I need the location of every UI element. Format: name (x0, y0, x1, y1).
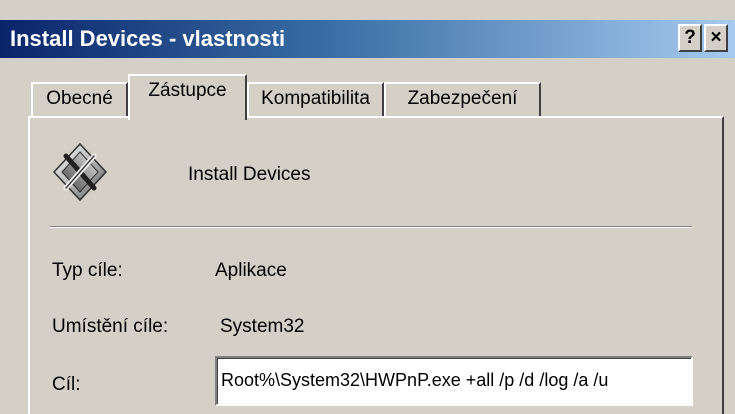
target-type-value: Aplikace (215, 260, 287, 281)
title-bar[interactable]: Install Devices - vlastnosti ? × (0, 20, 735, 58)
install-devices-icon (52, 142, 108, 202)
divider (50, 226, 692, 228)
window-title: Install Devices - vlastnosti (10, 26, 286, 51)
tab-kompatibilita[interactable]: Kompatibilita (247, 82, 384, 116)
target-field[interactable]: Root%\System32\HWPnP.exe +all /p /d /log… (215, 356, 693, 406)
target-location-label: Umístění cíle: (52, 316, 169, 337)
shortcut-tab-panel: Install Devices Typ cíle: Aplikace Umíst… (28, 116, 724, 414)
tab-obecne[interactable]: Obecné (31, 82, 128, 116)
target-location-value: System32 (220, 316, 305, 337)
tab-zastupce[interactable]: Zástupce (128, 74, 247, 120)
properties-window: Install Devices - vlastnosti ? × Obecné … (0, 0, 735, 414)
target-type-label: Typ cíle: (52, 260, 123, 281)
help-button[interactable]: ? (678, 24, 702, 52)
target-field-text: Root%\System32\HWPnP.exe +all /p /d /log… (221, 370, 609, 390)
shortcut-name: Install Devices (188, 164, 311, 185)
close-button[interactable]: × (704, 24, 728, 52)
tab-zabezpeceni[interactable]: Zabezpečení (384, 82, 541, 116)
target-label: Cíl: (52, 374, 81, 395)
